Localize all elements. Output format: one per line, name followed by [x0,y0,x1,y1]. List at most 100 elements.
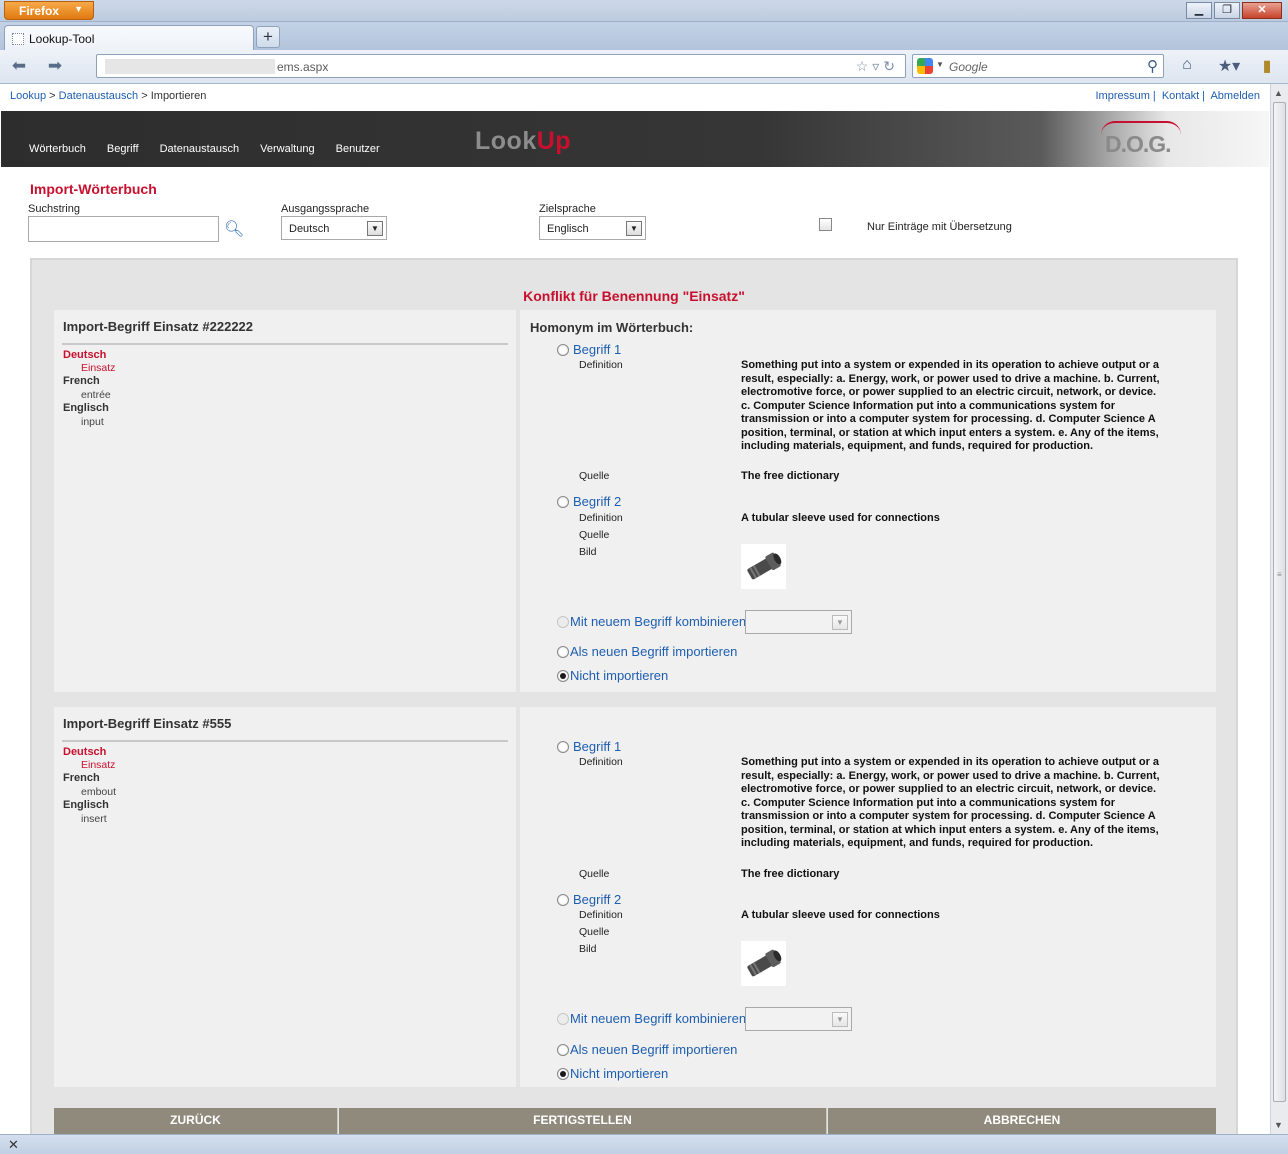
definition-text: Something put into a system or expended … [741,359,1160,452]
scrollbar-thumb[interactable]: ≡ [1273,102,1286,1102]
navigation-toolbar: ⬅ ➡ ems.aspx ☆▿↻ ▼ Google ⚲ ⌂ ★▾ ▮ [0,50,1288,84]
bookmark-star-icon[interactable]: ☆▿↻ [856,58,899,75]
scroll-up-icon[interactable]: ▲ [1274,88,1283,98]
conflict-panel: Konflikt für Benennung "Einsatz" Import-… [30,258,1238,1134]
definition-text: A tubular sleeve used for connections [741,512,940,524]
definition-text: Something put into a system or expended … [741,756,1160,849]
nav-datenaustausch[interactable]: Datenaustausch [160,143,240,155]
lang-word: insert [81,813,107,825]
skip-import-label[interactable]: Nicht importieren [570,1066,668,1081]
ausgangssprache-label: Ausgangssprache [281,203,370,215]
lang-word: entrée [81,389,111,401]
quelle-label: Quelle [579,868,610,880]
lang-label: Englisch [63,799,109,811]
definition-label: Definition [579,512,623,524]
addon-icon[interactable]: ▮ [1258,56,1276,78]
minimize-button[interactable]: ▁ [1186,2,1212,19]
back-button[interactable]: ZURÜCK [54,1108,338,1134]
cancel-button[interactable]: ABBRECHEN [828,1108,1216,1134]
dog-logo: D.O.G. [1105,131,1172,157]
combine-label[interactable]: Mit neuem Begriff kombinieren [570,614,746,629]
kontakt-link[interactable]: Kontakt [1162,90,1199,102]
site-banner: Wörterbuch Begriff Datenaustausch Verwal… [1,111,1269,167]
back-arrow-icon[interactable]: ⬅ [8,56,30,76]
definition-label: Definition [579,909,623,921]
ausgangssprache-value: Deutsch [289,223,330,235]
chevron-down-icon[interactable]: ▼ [936,60,944,69]
firefox-menu-label: Firefox [19,4,60,18]
import-new-label[interactable]: Als neuen Begriff importieren [570,1042,737,1057]
combine-select[interactable]: ▼ [745,1007,852,1031]
abmelden-link[interactable]: Abmelden [1210,90,1260,102]
ausgangssprache-select[interactable]: Deutsch ▼ [281,216,387,240]
breadcrumb-current: Importieren [150,90,207,102]
tab-title: Lookup-Tool [29,32,95,46]
lang-word: Einsatz [81,759,116,771]
top-links: Impressum | Kontakt | Abmelden [1095,90,1261,102]
maximize-button[interactable]: ❐ [1214,2,1240,19]
lang-label: French [63,375,100,387]
logo-look-text: Look [475,127,537,155]
finish-button[interactable]: FERTIGSTELLEN [339,1108,827,1134]
quelle-text: The free dictionary [741,868,840,880]
url-redacted [105,59,275,74]
nav-benutzer[interactable]: Benutzer [336,143,380,155]
begriff-1-radio[interactable] [557,344,569,356]
suchstring-input[interactable] [28,216,219,242]
breadcrumb-lookup[interactable]: Lookup [10,90,46,102]
main-navigation: Wörterbuch Begriff Datenaustausch Verwal… [29,143,398,155]
firefox-menu-button[interactable]: Firefox ▼ [4,1,94,20]
new-tab-button[interactable]: + [256,26,280,48]
skip-import-radio[interactable] [557,670,569,682]
tab-lookup-tool[interactable]: Lookup-Tool [4,25,254,51]
zielsprache-label: Zielsprache [539,203,596,215]
lang-word: embout [81,786,117,798]
search-icon[interactable]: 🔍︎ [224,219,244,239]
import-term-title: Import-Begriff Einsatz #555 [63,716,232,731]
combine-label[interactable]: Mit neuem Begriff kombinieren [570,1011,746,1026]
chevron-down-icon: ▼ [832,615,848,630]
nav-woerterbuch[interactable]: Wörterbuch [29,143,86,155]
zielsprache-select[interactable]: Englisch ▼ [539,216,646,240]
scroll-down-icon[interactable]: ▼ [1274,1120,1283,1130]
google-icon[interactable] [917,58,933,74]
grip-icon: ≡ [1277,570,1282,579]
close-window-button[interactable]: ✕ [1242,2,1282,19]
begriff-2-radio[interactable] [557,894,569,906]
import-term-panel-1: Import-Begriff Einsatz #222222 Deutsch E… [54,310,516,692]
bookmarks-icon[interactable]: ★▾ [1212,56,1246,78]
nav-verwaltung[interactable]: Verwaltung [260,143,314,155]
lang-label: Deutsch [63,349,107,361]
begriff-2-radio[interactable] [557,496,569,508]
address-bar[interactable]: ems.aspx ☆▿↻ [96,54,906,78]
begriff-1-link[interactable]: Begriff 1 [573,342,621,357]
bild-label: Bild [579,546,597,558]
import-new-radio[interactable] [557,1044,569,1056]
nur-uebersetzung-checkbox[interactable] [819,218,832,231]
import-new-label[interactable]: Als neuen Begriff importieren [570,644,737,659]
lang-label: French [63,772,100,784]
combine-radio[interactable] [557,1013,569,1025]
begriff-1-radio[interactable] [557,741,569,753]
search-bar[interactable]: ▼ Google ⚲ [912,54,1164,78]
tab-strip: Lookup-Tool + [0,22,1288,51]
skip-import-label[interactable]: Nicht importieren [570,668,668,683]
skip-import-radio[interactable] [557,1068,569,1080]
import-new-radio[interactable] [557,646,569,658]
quelle-label: Quelle [579,926,610,938]
search-icon[interactable]: ⚲ [1147,57,1158,75]
breadcrumb-datenaustausch[interactable]: Datenaustausch [59,90,139,102]
status-bar: ✕ [0,1134,1288,1154]
forward-arrow-icon[interactable]: ➡ [44,56,66,76]
close-icon[interactable]: ✕ [8,1137,19,1153]
nav-begriff[interactable]: Begriff [107,143,139,155]
home-icon[interactable]: ⌂ [1176,56,1198,78]
combine-radio[interactable] [557,616,569,628]
definition-label: Definition [579,756,623,768]
combine-select[interactable]: ▼ [745,610,852,634]
begriff-2-link[interactable]: Begriff 2 [573,892,621,907]
begriff-1-link[interactable]: Begriff 1 [573,739,621,754]
vertical-scrollbar[interactable]: ▲ ≡ ▼ [1270,84,1288,1134]
impressum-link[interactable]: Impressum [1096,90,1150,102]
begriff-2-link[interactable]: Begriff 2 [573,494,621,509]
